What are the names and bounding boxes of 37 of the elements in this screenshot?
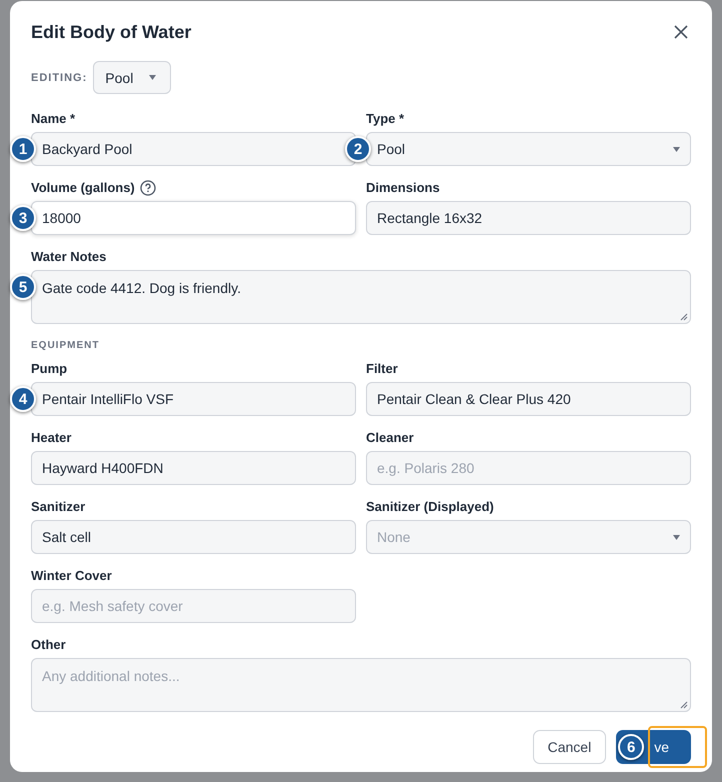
- field-label: Cleaner: [366, 429, 414, 446]
- dialog-title: Edit Body of Water: [31, 22, 192, 42]
- text-area[interactable]: Gate code 4412. Dog is friendly.: [31, 270, 691, 324]
- input-field[interactable]: Salt cell: [31, 520, 356, 554]
- field-label: Type *: [366, 110, 404, 127]
- field-label: Winter Cover: [31, 567, 112, 584]
- field-label: Sanitizer (Displayed): [366, 498, 494, 515]
- input-field[interactable]: Pentair IntelliFlo VSF: [31, 382, 356, 416]
- help-icon[interactable]: [140, 180, 156, 196]
- input-field[interactable]: 18000: [31, 201, 356, 235]
- section-heading: EQUIPMENT: [31, 340, 100, 351]
- field-label: Name *: [31, 110, 76, 127]
- cancel-button[interactable]: Cancel: [532, 730, 606, 764]
- field-label: Sanitizer: [31, 498, 86, 515]
- field-label: Dimensions: [366, 179, 440, 196]
- caret-icon: [673, 146, 680, 152]
- field-label: Filter: [366, 360, 398, 377]
- step-marker: 5: [10, 274, 36, 300]
- input-field[interactable]: Hayward H400FDN: [31, 451, 356, 485]
- body-select[interactable]: Pool: [93, 61, 172, 94]
- field-label: Water Notes: [31, 248, 106, 265]
- field-label: Other: [31, 636, 66, 653]
- step-marker: 3: [10, 205, 36, 231]
- resize-grip-icon[interactable]: [680, 701, 688, 709]
- resize-grip-icon[interactable]: [680, 313, 688, 321]
- input-field[interactable]: Pentair Clean & Clear Plus 420: [366, 382, 691, 416]
- close-icon[interactable]: [674, 25, 688, 39]
- caret-icon: [673, 534, 680, 540]
- field-label: Heater: [31, 429, 72, 446]
- step-marker: 1: [10, 136, 36, 162]
- input-field[interactable]: Rectangle 16x32: [366, 201, 691, 235]
- step-marker: 4: [10, 386, 36, 412]
- editing-label: EDITING:: [31, 72, 88, 84]
- select-field[interactable]: Pool: [366, 132, 691, 166]
- field-label: Pump: [31, 360, 68, 377]
- field-label: Volume (gallons): [31, 179, 135, 196]
- caret-icon: [149, 75, 156, 80]
